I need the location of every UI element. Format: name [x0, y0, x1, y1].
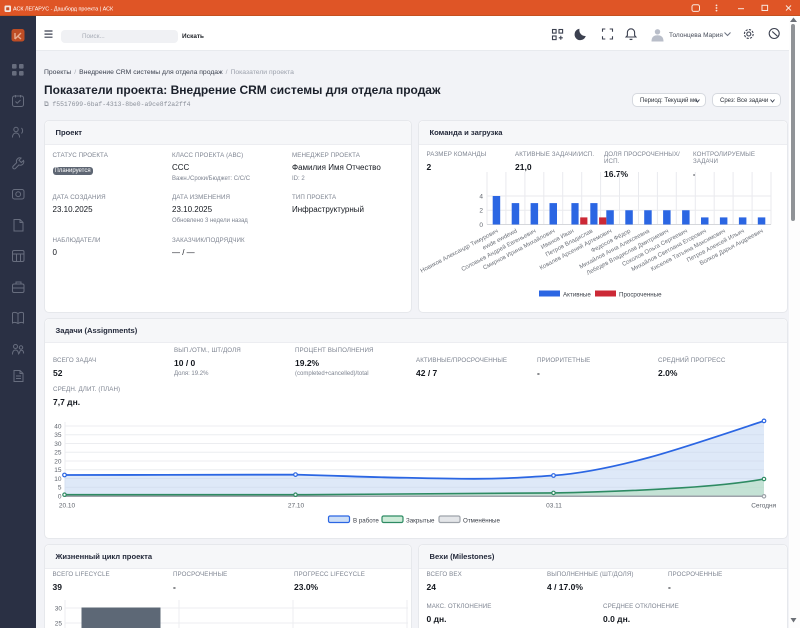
svg-text:Просроченные: Просроченные [619, 292, 662, 299]
svg-text:27.10: 27.10 [288, 503, 305, 510]
svg-text:25: 25 [55, 621, 63, 628]
svg-text:30: 30 [55, 606, 63, 613]
svg-text:25: 25 [54, 450, 62, 457]
svg-text:Закрытые: Закрытые [406, 518, 435, 525]
svg-text:03.11: 03.11 [546, 503, 562, 510]
svg-text:30: 30 [54, 441, 62, 448]
svg-text:4: 4 [479, 194, 483, 201]
svg-text:0: 0 [479, 222, 483, 229]
svg-text:Соловьев Андрей Евгеньевич: Соловьев Андрей Евгеньевич [460, 228, 537, 273]
svg-text:5: 5 [58, 485, 62, 492]
svg-text:0: 0 [58, 494, 62, 501]
svg-text:Отменённые: Отменённые [463, 518, 500, 525]
svg-text:20: 20 [54, 459, 62, 466]
svg-text:10: 10 [54, 476, 62, 483]
svg-text:15: 15 [54, 467, 62, 474]
svg-text:2: 2 [479, 208, 483, 215]
svg-text:В работе: В работе [353, 518, 379, 525]
svg-text:Сегодня: Сегодня [751, 503, 776, 510]
svg-text:35: 35 [54, 432, 62, 439]
svg-text:40: 40 [54, 424, 62, 431]
svg-text:Активные: Активные [563, 292, 591, 299]
svg-text:АСК ЛЕГАРУС - Дашборд проекта: АСК ЛЕГАРУС - Дашборд проекта | АСК [13, 7, 114, 13]
svg-text:20.10: 20.10 [59, 503, 76, 510]
svg-text:Толонцева Мария: Толонцева Мария [669, 32, 723, 39]
